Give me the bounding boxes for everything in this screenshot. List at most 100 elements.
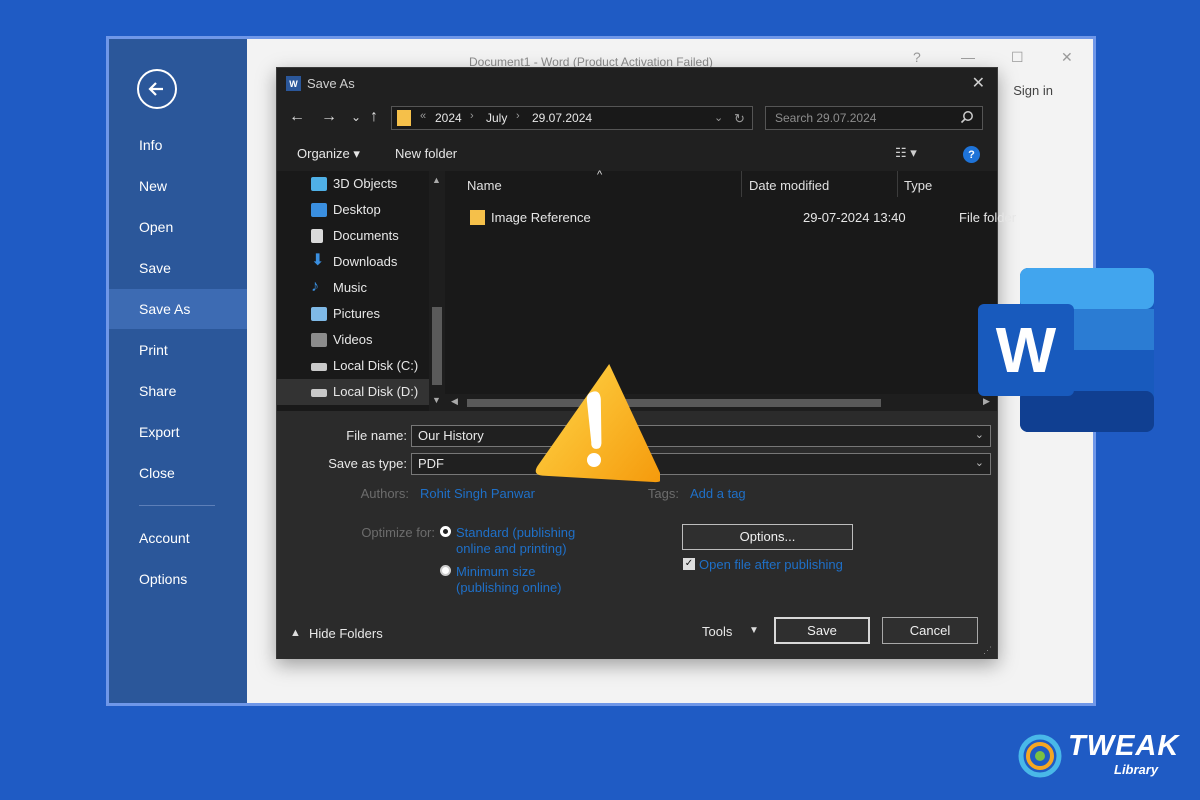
- address-separator[interactable]: ›: [516, 110, 520, 122]
- close-icon[interactable]: ✕: [1061, 49, 1073, 66]
- backstage-save-as[interactable]: Save As: [109, 289, 247, 329]
- up-folder-icon[interactable]: ↑: [370, 108, 378, 126]
- drive-icon: [311, 363, 327, 371]
- dialog-close-icon[interactable]: ✕: [972, 73, 985, 93]
- tags-field[interactable]: Add a tag: [690, 486, 746, 501]
- help-icon[interactable]: ?: [913, 49, 921, 65]
- file-row[interactable]: Image Reference 29-07-2024 13:40 File fo…: [467, 207, 1016, 229]
- save-type-label: Save as type:: [328, 456, 407, 471]
- options-button[interactable]: Options...: [682, 524, 853, 550]
- nav-item-local-disk-c[interactable]: Local Disk (C:): [277, 353, 429, 379]
- word-app-icon: W: [286, 76, 301, 91]
- scroll-down-icon[interactable]: ▼: [432, 395, 441, 405]
- column-header-name[interactable]: Name: [467, 178, 502, 193]
- chevron-down-icon[interactable]: ⌄: [975, 456, 984, 469]
- organize-menu[interactable]: Organize ▾: [297, 146, 360, 162]
- scroll-left-icon[interactable]: ◀: [451, 396, 458, 407]
- refresh-icon[interactable]: ↻: [734, 111, 745, 127]
- file-name-field[interactable]: Our History ⌄: [411, 425, 991, 447]
- column-header-type[interactable]: Type: [904, 178, 932, 193]
- desktop-icon: [311, 203, 327, 217]
- file-name-label: File name:: [346, 428, 407, 443]
- address-part-month[interactable]: July: [486, 111, 507, 125]
- backstage-export[interactable]: Export: [109, 412, 247, 452]
- open-after-label[interactable]: Open file after publishing: [699, 557, 843, 572]
- save-type-value: PDF: [418, 456, 444, 471]
- folder-icon: [470, 210, 485, 225]
- backstage-print[interactable]: Print: [109, 330, 247, 370]
- open-after-checkbox[interactable]: ✓: [683, 558, 695, 570]
- nav-item-local-disk-d[interactable]: Local Disk (D:): [277, 379, 429, 405]
- column-divider[interactable]: [897, 171, 898, 197]
- backstage-divider: [139, 505, 215, 506]
- nav-item-label: Local Disk (C:): [333, 358, 419, 373]
- scroll-thumb[interactable]: [432, 307, 442, 385]
- scroll-up-icon[interactable]: ▲: [432, 175, 441, 185]
- address-part-year[interactable]: 2024: [435, 111, 462, 125]
- folder-icon: [397, 110, 411, 126]
- backstage-open[interactable]: Open: [109, 207, 247, 247]
- nav-item-pictures[interactable]: Pictures: [277, 301, 429, 327]
- hide-folders-button[interactable]: Hide Folders: [309, 626, 383, 641]
- music-icon: ♪: [311, 278, 319, 295]
- search-icon: [960, 110, 974, 129]
- search-input[interactable]: Search 29.07.2024: [765, 106, 983, 130]
- resize-grip-icon[interactable]: ⋰: [983, 645, 992, 656]
- drive-icon: [311, 389, 327, 397]
- nav-item-downloads[interactable]: ⬇ Downloads: [277, 249, 429, 275]
- back-button[interactable]: [137, 69, 177, 109]
- nav-item-music[interactable]: ♪ Music: [277, 275, 429, 301]
- optimize-standard-radio[interactable]: [440, 526, 451, 537]
- chevron-down-icon[interactable]: ▼: [749, 625, 759, 636]
- nav-item-label: Desktop: [333, 202, 381, 217]
- backstage-options[interactable]: Options: [109, 559, 247, 599]
- word-logo-icon: W: [978, 268, 1154, 432]
- forward-nav-icon[interactable]: →: [321, 108, 337, 126]
- address-bar[interactable]: « 2024 › July › 29.07.2024 ⌄ ↻: [391, 106, 753, 130]
- file-date: 29-07-2024 13:40: [803, 210, 906, 225]
- backstage-account[interactable]: Account: [109, 518, 247, 558]
- back-arrow-icon: [148, 82, 163, 96]
- save-button[interactable]: Save: [774, 617, 870, 644]
- nav-item-label: Downloads: [333, 254, 398, 269]
- cancel-button[interactable]: Cancel: [882, 617, 978, 644]
- chevron-up-icon[interactable]: ▲: [290, 627, 301, 639]
- tools-menu[interactable]: Tools: [702, 624, 732, 639]
- new-folder-button[interactable]: New folder: [395, 146, 457, 161]
- address-overflow[interactable]: «: [420, 110, 426, 122]
- sort-indicator-icon: ^: [597, 169, 603, 181]
- backstage-info[interactable]: Info: [109, 125, 247, 165]
- column-header-date[interactable]: Date modified: [749, 178, 829, 193]
- address-separator[interactable]: ›: [470, 110, 474, 122]
- maximize-icon[interactable]: ☐: [1011, 49, 1024, 66]
- back-nav-icon[interactable]: ←: [289, 108, 305, 126]
- backstage-share[interactable]: Share: [109, 371, 247, 411]
- nav-item-videos[interactable]: Videos: [277, 327, 429, 353]
- nav-item-desktop[interactable]: Desktop: [277, 197, 429, 223]
- pictures-icon: [311, 307, 327, 321]
- nav-item-documents[interactable]: Documents: [277, 223, 429, 249]
- help-icon[interactable]: ?: [963, 146, 980, 163]
- address-part-day[interactable]: 29.07.2024: [532, 111, 592, 125]
- backstage-save[interactable]: Save: [109, 248, 247, 288]
- nav-item-label: Local Disk (D:): [333, 384, 419, 399]
- recent-locations-icon[interactable]: ⌄: [351, 110, 361, 124]
- column-divider[interactable]: [741, 171, 742, 197]
- optimize-standard-label[interactable]: Standard (publishing online and printing…: [456, 525, 594, 557]
- backstage-close[interactable]: Close: [109, 453, 247, 493]
- nav-pane-scrollbar[interactable]: ▲ ▼: [429, 171, 445, 411]
- view-options-icon[interactable]: ☷ ▾: [895, 145, 917, 161]
- sign-in-link[interactable]: Sign in: [1013, 83, 1053, 98]
- nav-item-3d-objects[interactable]: 3D Objects: [277, 171, 429, 197]
- library-wordmark: Library: [1114, 762, 1159, 777]
- address-dropdown-icon[interactable]: ⌄: [714, 111, 723, 124]
- optimize-minimum-label[interactable]: Minimum size (publishing online): [456, 564, 586, 596]
- save-type-select[interactable]: PDF ⌄: [411, 453, 991, 475]
- backstage-new[interactable]: New: [109, 166, 247, 206]
- optimize-minimum-radio[interactable]: [440, 565, 451, 576]
- authors-field[interactable]: Rohit Singh Panwar: [420, 486, 535, 501]
- minimize-icon[interactable]: —: [961, 49, 975, 65]
- nav-item-label: 3D Objects: [333, 176, 398, 191]
- cube-icon: [311, 177, 327, 191]
- documents-icon: [311, 229, 323, 243]
